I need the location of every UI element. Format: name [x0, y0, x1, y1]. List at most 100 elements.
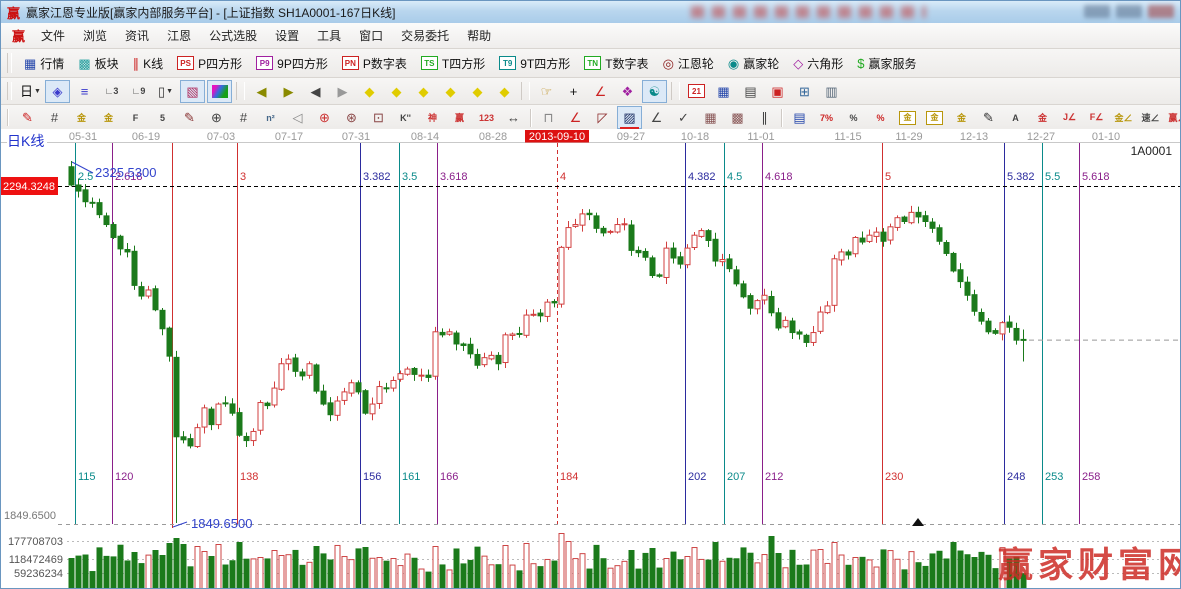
- compress-kline-icon[interactable]: ▧: [180, 80, 205, 103]
- color-kline-icon[interactable]: [207, 80, 232, 103]
- drag-hand-icon[interactable]: ☞: [534, 80, 559, 103]
- ying-grid-icon[interactable]: 赢: [447, 106, 472, 129]
- region-stat-icon[interactable]: ☯: [642, 80, 667, 103]
- low-annotation[interactable]: 1849.6500: [191, 516, 252, 531]
- shen-grid-icon[interactable]: 神: [420, 106, 445, 129]
- crosshair-icon[interactable]: +: [561, 80, 586, 103]
- f-angle-icon[interactable]: F∠: [1084, 106, 1109, 129]
- prev-page-icon[interactable]: ◀: [303, 80, 328, 103]
- grid-lines-icon[interactable]: #: [42, 106, 67, 129]
- circle-grid-icon[interactable]: ⊕: [204, 106, 229, 129]
- computer-icon[interactable]: ▥: [819, 80, 844, 103]
- ying-angle-icon[interactable]: 赢∠: [1165, 106, 1181, 129]
- angle-ruler-icon[interactable]: ◁: [285, 106, 310, 129]
- menu-item[interactable]: 交易委托: [392, 24, 458, 47]
- minimize-button[interactable]: [1084, 5, 1110, 18]
- hash-grid-icon[interactable]: #: [231, 106, 256, 129]
- close-button[interactable]: [1148, 5, 1174, 18]
- percent-line-icon[interactable]: %: [868, 106, 893, 129]
- calendar-icon[interactable]: 21: [684, 80, 709, 103]
- gold-grid-icon[interactable]: 金: [69, 106, 94, 129]
- menu-item[interactable]: 窗口: [350, 24, 392, 47]
- five-grid-icon[interactable]: 5: [150, 106, 175, 129]
- t9-square-button[interactable]: T99T四方形: [492, 53, 577, 74]
- kline-chart[interactable]: 05-3106-1907-0307-1707-3108-1408-282013-…: [1, 129, 1181, 589]
- gold-angle-icon[interactable]: 金∠: [1111, 106, 1136, 129]
- brush-bars-icon[interactable]: ✎: [976, 106, 1001, 129]
- parallel-lines-icon[interactable]: ∥: [752, 106, 777, 129]
- number-grid-icon[interactable]: 123: [474, 106, 499, 129]
- sectors-button[interactable]: ▩板块: [71, 53, 125, 74]
- last-page-icon[interactable]: ▶: [276, 80, 301, 103]
- gold-grid-2-icon[interactable]: 金: [96, 106, 121, 129]
- gold-section-2-icon[interactable]: 金: [922, 106, 947, 129]
- menu-item[interactable]: 帮助: [458, 24, 500, 47]
- gold-line-icon[interactable]: 金: [1030, 106, 1055, 129]
- menu-item[interactable]: 工具: [308, 24, 350, 47]
- wave-tool-icon[interactable]: A: [1003, 106, 1028, 129]
- trend-angle-icon[interactable]: ∠: [644, 106, 669, 129]
- t-square-button[interactable]: TST四方形: [414, 53, 492, 74]
- gann-shape-icon[interactable]: ❖: [615, 80, 640, 103]
- gold-underline-icon[interactable]: 金: [949, 106, 974, 129]
- expand-h-diamond-icon[interactable]: ◆: [411, 80, 436, 103]
- info-panel-icon[interactable]: ≡: [72, 80, 97, 103]
- p-square-button[interactable]: PSP四方形: [170, 53, 249, 74]
- menu-item[interactable]: 浏览: [74, 24, 116, 47]
- calculator-icon[interactable]: ▦: [711, 80, 736, 103]
- menu-item[interactable]: 文件: [32, 24, 74, 47]
- first-page-icon[interactable]: ◀: [249, 80, 274, 103]
- zoom-region-icon[interactable]: ◈: [45, 80, 70, 103]
- high-annotation[interactable]: 2325.5300: [95, 165, 156, 180]
- menu-item[interactable]: 公式选股: [200, 24, 266, 47]
- menu-item[interactable]: 资讯: [116, 24, 158, 47]
- k-quote-icon[interactable]: K'': [393, 106, 418, 129]
- t-number-button[interactable]: TNT数字表: [577, 53, 655, 74]
- shrink-h-diamond-icon[interactable]: ◆: [438, 80, 463, 103]
- grid-box-arrow-icon[interactable]: ▩: [725, 106, 750, 129]
- fan-lines-icon[interactable]: ∠: [563, 106, 588, 129]
- step-chart-3-icon[interactable]: ∟3: [99, 80, 124, 103]
- gann-wheel-button[interactable]: ◎江恩轮: [656, 53, 721, 74]
- kline-button[interactable]: ∥K线: [126, 53, 171, 74]
- maximize-button[interactable]: [1116, 5, 1142, 18]
- candle-style-icon[interactable]: ▯▼: [153, 80, 178, 103]
- save-icon[interactable]: ▣: [765, 80, 790, 103]
- period-day-icon[interactable]: 日▼: [18, 80, 43, 103]
- target-box-icon[interactable]: ⊡: [366, 106, 391, 129]
- check-line-icon[interactable]: ✓: [671, 106, 696, 129]
- width-measure-icon[interactable]: ↔: [501, 106, 526, 129]
- zoom-in-diamond-icon[interactable]: ◆: [384, 80, 409, 103]
- grid-box-icon[interactable]: ▦: [698, 106, 723, 129]
- brush-grid-icon[interactable]: ✎: [177, 106, 202, 129]
- winner-wheel-button[interactable]: ◉赢家轮: [721, 53, 786, 74]
- percent-retrace-icon[interactable]: 7%: [814, 106, 839, 129]
- shrink-all-diamond-icon[interactable]: ◆: [492, 80, 517, 103]
- speed-angle-icon[interactable]: 速∠: [1138, 106, 1163, 129]
- expand-all-diamond-icon[interactable]: ◆: [465, 80, 490, 103]
- next-page-icon[interactable]: ▶: [330, 80, 355, 103]
- gann-list-icon[interactable]: ▤: [787, 106, 812, 129]
- brush-icon[interactable]: ✎: [15, 106, 40, 129]
- menu-item[interactable]: 江恩: [158, 24, 200, 47]
- angle-measure-icon[interactable]: ∠: [588, 80, 613, 103]
- step-chart-9-icon[interactable]: ∟9: [126, 80, 151, 103]
- menu-item[interactable]: 设置: [266, 24, 308, 47]
- hexagon-button[interactable]: ◇六角形: [786, 53, 850, 74]
- percent-icon[interactable]: %: [841, 106, 866, 129]
- target-star-icon[interactable]: ⊛: [339, 106, 364, 129]
- zoom-out-diamond-icon[interactable]: ◆: [357, 80, 382, 103]
- diag-box-icon[interactable]: ▨: [617, 106, 642, 129]
- quotes-button[interactable]: ▦行情: [17, 53, 71, 74]
- network-icon[interactable]: ⊞: [792, 80, 817, 103]
- n2-grid-icon[interactable]: n²: [258, 106, 283, 129]
- p9-square-button[interactable]: P99P四方形: [249, 53, 335, 74]
- p-number-button[interactable]: PNP数字表: [335, 53, 414, 74]
- winner-service-button[interactable]: $赢家服务: [850, 53, 923, 74]
- f-grid-icon[interactable]: F: [123, 106, 148, 129]
- fan-box-icon[interactable]: ◸: [590, 106, 615, 129]
- target-cross-icon[interactable]: ⊕: [312, 106, 337, 129]
- j-angle-icon[interactable]: J∠: [1057, 106, 1082, 129]
- gold-section-icon[interactable]: 金: [895, 106, 920, 129]
- box-frame-icon[interactable]: ⊓: [536, 106, 561, 129]
